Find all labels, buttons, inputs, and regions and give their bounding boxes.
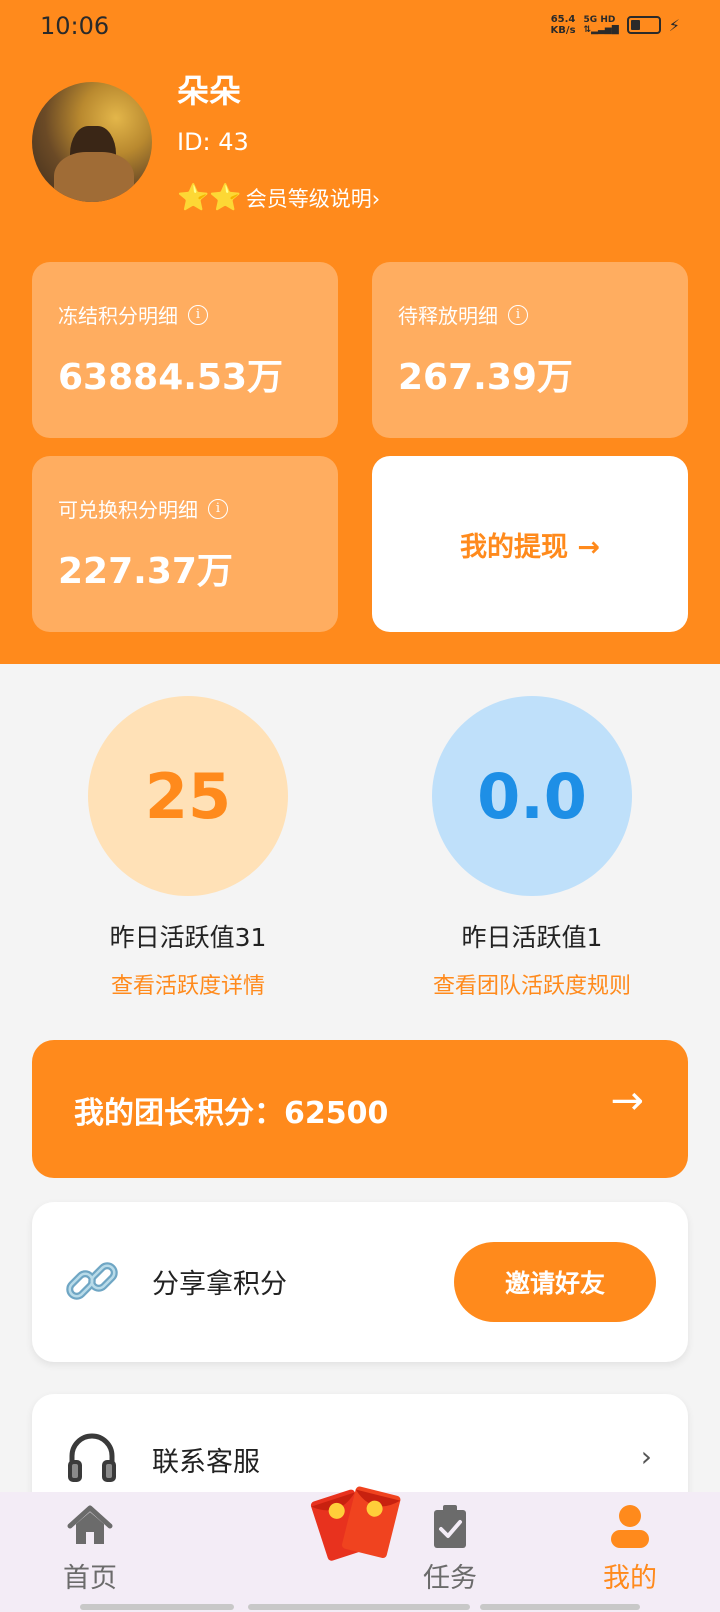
redeemable-points-card[interactable]: 可兑换积分明细 i 227.37万 xyxy=(32,456,338,632)
chevron-right-icon: › xyxy=(640,1440,652,1473)
tab-home[interactable]: 首页 xyxy=(20,1492,160,1612)
pending-release-value: 267.39万 xyxy=(398,357,573,398)
tab-tasks-label: 任务 xyxy=(423,1563,477,1594)
net-speed-unit: KB/s xyxy=(550,25,576,36)
redeemable-points-label: 可兑换积分明细 xyxy=(58,498,198,522)
tab-mine[interactable]: 我的 xyxy=(560,1492,700,1612)
battery-icon xyxy=(626,16,661,34)
leader-points-text: 我的团长积分：62500 xyxy=(74,1096,389,1131)
activity-circle-team: 0.0 xyxy=(432,696,632,896)
net-speed-value: 65.4 xyxy=(550,14,576,25)
status-icons: 65.4 KB/s 5G HD ⇅▂▃▅▇ ⚡ xyxy=(551,14,680,36)
redeemable-points-value: 227.37万 xyxy=(58,551,233,592)
gesture-bar xyxy=(480,1604,640,1610)
link-icon xyxy=(66,1262,118,1300)
net-speed: 65.4 KB/s xyxy=(551,14,576,36)
charging-icon: ⚡ xyxy=(668,15,680,35)
pending-release-label: 待释放明细 xyxy=(398,304,498,328)
share-text: 分享拿积分 xyxy=(152,1269,287,1300)
activity-details-link[interactable]: 查看活跃度详情 xyxy=(16,968,360,1000)
signal-tag: 5G HD xyxy=(583,15,616,25)
share-panel: 分享拿积分 邀请好友 xyxy=(32,1202,688,1362)
gesture-bar xyxy=(80,1604,234,1610)
redeemable-points-label-row: 可兑换积分明细 i xyxy=(58,494,228,523)
status-time: 10:06 xyxy=(40,12,110,40)
withdraw-button[interactable]: 我的提现 → xyxy=(372,456,688,632)
frozen-points-card[interactable]: 冻结积分明细 i 63884.53万 xyxy=(32,262,338,438)
activity-circle-personal: 25 xyxy=(88,696,288,896)
customer-service-text: 联系客服 xyxy=(152,1447,260,1478)
signal-bars: ⇅▂▃▅▇ xyxy=(583,25,619,35)
signal-icon: 5G HD ⇅▂▃▅▇ xyxy=(584,15,619,35)
team-activity-rules-link[interactable]: 查看团队活跃度规则 xyxy=(360,968,704,1000)
tab-mine-label: 我的 xyxy=(603,1563,657,1594)
frozen-points-value: 63884.53万 xyxy=(58,357,284,398)
info-icon[interactable]: i xyxy=(208,498,228,519)
activity-title-team: 昨日活跃值1 xyxy=(461,923,603,952)
frozen-points-label-row: 冻结积分明细 i xyxy=(58,300,208,329)
star-icon: ⭐⭐ xyxy=(177,183,242,213)
member-level[interactable]: ⭐⭐ 会员等级说明› xyxy=(177,183,380,213)
pending-release-card[interactable]: 待释放明细 i 267.39万 xyxy=(372,262,688,438)
username: 朵朵 xyxy=(177,72,242,110)
arrow-right-icon: → xyxy=(610,1078,644,1124)
frozen-points-label: 冻结积分明细 xyxy=(58,304,178,328)
avatar[interactable] xyxy=(32,82,152,202)
pending-release-label-row: 待释放明细 i xyxy=(398,300,528,329)
clipboard-check-icon xyxy=(434,1505,466,1548)
tab-home-label: 首页 xyxy=(63,1563,117,1594)
invite-friends-button[interactable]: 邀请好友 xyxy=(454,1242,656,1322)
leader-points-banner[interactable]: 我的团长积分：62500 → xyxy=(32,1040,688,1178)
member-level-link[interactable]: 会员等级说明› xyxy=(246,183,380,213)
activity-title-personal: 昨日活跃值31 xyxy=(109,923,267,952)
tab-tasks[interactable]: 任务 xyxy=(380,1492,520,1612)
user-id: ID: 43 xyxy=(177,128,249,156)
info-icon[interactable]: i xyxy=(508,304,528,325)
gesture-bar xyxy=(248,1604,470,1610)
home-icon xyxy=(67,1505,113,1544)
info-icon[interactable]: i xyxy=(188,304,208,325)
person-icon xyxy=(611,1505,649,1548)
headset-icon xyxy=(68,1433,116,1482)
